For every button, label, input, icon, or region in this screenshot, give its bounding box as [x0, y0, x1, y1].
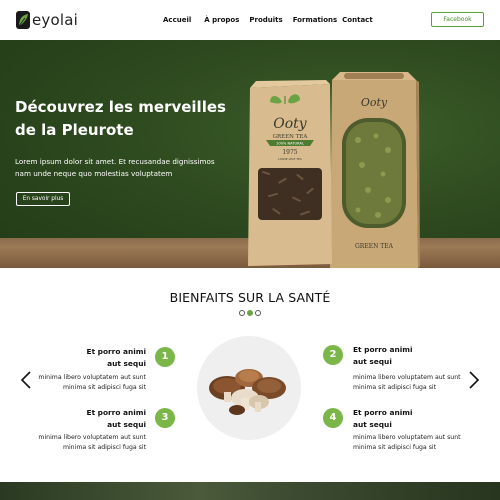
logo-text: eyolai	[32, 11, 79, 29]
pkg-front-year: 1975	[282, 149, 297, 156]
mushrooms-illustration	[209, 369, 286, 415]
benefit-title-3: Et porro animi aut sequi	[40, 407, 146, 431]
leaf-logo-icon	[16, 11, 30, 29]
carousel-dots	[239, 310, 261, 316]
facebook-button[interactable]: Facebook	[431, 12, 484, 27]
pkg-front-ribbon: 100% NATURAL	[276, 142, 304, 146]
benefit-text-2-line2: minima sit adipisci fuga sit	[353, 384, 437, 391]
benefit-text-2: minima libero voluptatem aut sunt minima…	[353, 373, 473, 393]
benefit-text-1-line2: minima sit adipisci fuga sit	[62, 384, 146, 391]
benefit-title-3-line1: Et porro animi	[86, 408, 146, 417]
hero-subtitle-line2: nam unde neque quo molestias voluptatem	[15, 169, 173, 178]
benefit-text-2-line1: minima libero voluptatem aut sunt	[353, 374, 461, 381]
site-header: eyolai Accueil À propos Produits Formati…	[0, 0, 500, 40]
benefit-title-4: Et porro animi aut sequi	[353, 407, 463, 431]
benefit-text-1: minima libero voluptatem aut sunt minima…	[30, 373, 146, 393]
benefit-title-1: Et porro animi aut sequi	[40, 346, 146, 370]
nav-item-produits[interactable]: Produits	[249, 16, 282, 24]
benefit-title-4-line2: aut sequi	[353, 420, 392, 429]
pkg-back-product: GREEN TEA	[355, 243, 394, 250]
nav-item-contact[interactable]: Contact	[342, 16, 373, 24]
nav-item-a-propos[interactable]: À propos	[204, 16, 239, 24]
mushroom-image	[197, 336, 301, 440]
pkg-front-tagline: LOOSE LEAF TEA	[278, 157, 302, 161]
tea-package-back: Ooty GREEN TEA	[330, 72, 420, 268]
carousel-dot-1[interactable]	[239, 310, 245, 316]
tea-package-front: Ooty GREEN TEA 100% NATURAL 1975 LOOSE L…	[248, 80, 332, 266]
benefit-title-4-line1: Et porro animi	[353, 408, 413, 417]
pkg-back-brand: Ooty	[361, 96, 388, 109]
benefit-text-3-line1: minima libero voluptatem aut sunt	[38, 434, 146, 441]
benefit-number-2: 2	[323, 345, 343, 365]
benefit-title-2-line2: aut sequi	[353, 357, 392, 366]
site-logo[interactable]: eyolai	[16, 11, 78, 29]
hero-title-line2: de la Pleurote	[15, 121, 134, 139]
next-section-image	[0, 482, 500, 500]
benefit-title-1-line2: aut sequi	[107, 359, 146, 368]
benefit-number-4: 4	[323, 408, 343, 428]
benefit-number-3: 3	[155, 408, 175, 428]
nav-item-accueil[interactable]: Accueil	[163, 16, 191, 24]
benefits-title: BIENFAITS SUR LA SANTÉ	[169, 290, 331, 305]
benefit-title-2: Et porro animi aut sequi	[353, 344, 463, 368]
benefit-text-1-line1: minima libero voluptatem aut sunt	[38, 374, 146, 381]
benefit-title-1-line1: Et porro animi	[86, 347, 146, 356]
benefit-text-4-line2: minima sit adipisci fuga sit	[353, 444, 437, 451]
benefit-number-1: 1	[155, 347, 175, 367]
hero-subtitle: Lorem ipsum dolor sit amet. Et recusanda…	[15, 156, 235, 180]
learn-more-button[interactable]: En savoir plus	[16, 192, 70, 206]
hero-title-line1: Découvrez les merveilles	[15, 98, 226, 116]
benefit-text-3-line2: minima sit adipisci fuga sit	[62, 444, 146, 451]
carousel-dot-3[interactable]	[255, 310, 261, 316]
benefit-title-2-line1: Et porro animi	[353, 345, 413, 354]
nav-item-formations[interactable]: Formations	[293, 16, 337, 24]
pkg-front-brand: Ooty	[273, 116, 308, 132]
benefit-title-3-line2: aut sequi	[107, 420, 146, 429]
hero-subtitle-line1: Lorem ipsum dolor sit amet. Et recusanda…	[15, 157, 215, 166]
main-nav: Accueil À propos Produits Formations Con…	[163, 16, 373, 24]
benefit-text-4-line1: minima libero voluptatem aut sunt	[353, 434, 461, 441]
benefit-text-4: minima libero voluptatem aut sunt minima…	[353, 433, 473, 453]
benefit-text-3: minima libero voluptatem aut sunt minima…	[30, 433, 146, 453]
carousel-dot-2[interactable]	[247, 310, 253, 316]
hero-title: Découvrez les merveilles de la Pleurote	[15, 96, 255, 142]
hero-banner: Ooty GREEN TEA Ooty GREEN TEA 100% NATUR…	[0, 40, 500, 268]
pkg-front-product: GREEN TEA	[273, 134, 309, 140]
